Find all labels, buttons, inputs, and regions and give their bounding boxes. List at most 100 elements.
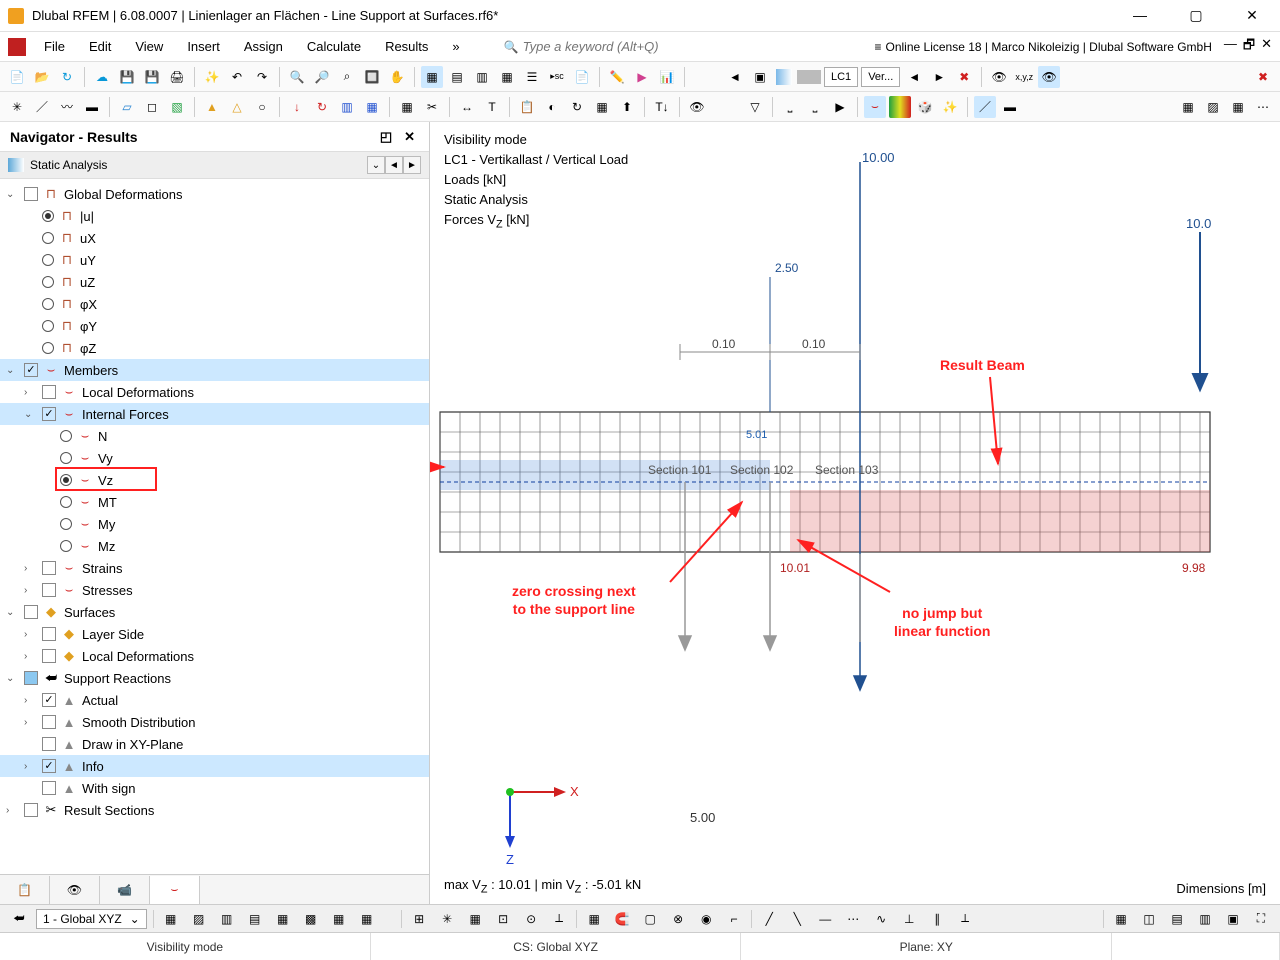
tree-surf-layer[interactable]: ›◆Layer Side (0, 623, 429, 645)
menu-edit[interactable]: Edit (79, 35, 121, 58)
tree-members-ld[interactable]: ›⌣Local Deformations (0, 381, 429, 403)
sb-ortho-icon[interactable]: ⌐ (723, 908, 745, 930)
sb-snap2-icon[interactable]: ✳ (436, 908, 458, 930)
solid-view-icon[interactable]: ▬ (999, 96, 1021, 118)
print-icon[interactable]: 🖨 (166, 66, 188, 88)
sb-osnap3-icon[interactable]: ▢ (639, 908, 661, 930)
load-force-icon[interactable]: ↓ (286, 96, 308, 118)
filter-icon[interactable]: ▽ (744, 96, 766, 118)
tree-if-vy[interactable]: ⌣Vy (0, 447, 429, 469)
surface-icon[interactable]: ▱ (116, 96, 138, 118)
solid-icon[interactable]: ▧ (166, 96, 188, 118)
sb-line5-icon[interactable]: ∿ (870, 908, 892, 930)
sb-snap4-icon[interactable]: ⊡ (492, 908, 514, 930)
results-graph-icon[interactable]: 📊 (656, 66, 678, 88)
lc-combo[interactable]: Ver... (861, 67, 900, 87)
section-icon[interactable]: ✂ (421, 96, 443, 118)
tree-members-stresses[interactable]: ›⌣Stresses (0, 579, 429, 601)
menu-view[interactable]: View (125, 35, 173, 58)
refresh-icon[interactable]: ↻ (56, 66, 78, 88)
script-icon[interactable]: ▸sc (546, 66, 568, 88)
polyline-icon[interactable]: 〰 (56, 96, 78, 118)
render3-icon[interactable]: ▦ (1227, 96, 1249, 118)
tree-sup-smooth[interactable]: ›▲Smooth Distribution (0, 711, 429, 733)
sb-snap3-icon[interactable]: ▦ (464, 908, 486, 930)
hinge-icon[interactable]: ○ (251, 96, 273, 118)
sb-view6-icon[interactable]: ⛶ (1250, 908, 1272, 930)
sb-line2-icon[interactable]: ╲ (786, 908, 808, 930)
analysis-next-icon[interactable]: ► (403, 156, 421, 174)
inner-restore[interactable]: 🗗 (1243, 36, 1255, 58)
nav-tab-results[interactable]: ⌣ (150, 876, 200, 904)
rotate-icon[interactable]: ↻ (566, 96, 588, 118)
sb-snap5-icon[interactable]: ⊙ (520, 908, 542, 930)
sb-view5-icon[interactable]: ▣ (1222, 908, 1244, 930)
sb-grid1-icon[interactable]: ▦ (160, 908, 182, 930)
render2-icon[interactable]: ▨ (1202, 96, 1224, 118)
delete-results-icon[interactable]: ✖ (953, 66, 975, 88)
tree-support[interactable]: ⌄⮨Support Reactions (0, 667, 429, 689)
sb-snap1-icon[interactable]: ⊞ (408, 908, 430, 930)
results-tree[interactable]: ⌄ ⊓ Global Deformations ⊓|u| ⊓uX ⊓uY ⊓uZ… (0, 179, 429, 874)
tree-members[interactable]: ⌄ ⌣ Members (0, 359, 429, 381)
zoom-window-icon[interactable]: ⌕ (336, 66, 358, 88)
clip-x-icon[interactable]: ⎵ (779, 96, 801, 118)
visibility-toggle-icon[interactable]: 👁 (1038, 66, 1060, 88)
tree-gd-ux[interactable]: ⊓uX (0, 227, 429, 249)
opening-icon[interactable]: ◻ (141, 96, 163, 118)
tree-members-strains[interactable]: ›⌣Strains (0, 557, 429, 579)
sb-line1-icon[interactable]: ╱ (758, 908, 780, 930)
tree-gd-phiy[interactable]: ⊓φY (0, 315, 429, 337)
lc-nav-prev-icon[interactable]: ◄ (903, 66, 925, 88)
clip-z-icon[interactable]: ▶ (829, 96, 851, 118)
tree-sup-xy[interactable]: ▲Draw in XY-Plane (0, 733, 429, 755)
line-icon[interactable]: ／ (31, 96, 53, 118)
lc-prev-icon[interactable]: ◄ (724, 66, 746, 88)
sb-line7-icon[interactable]: ∥ (926, 908, 948, 930)
tree-gd-uy[interactable]: ⊓uY (0, 249, 429, 271)
render-more-icon[interactable]: ⋯ (1252, 96, 1274, 118)
calc-icon[interactable]: ▶ (631, 66, 653, 88)
deform-icon[interactable]: ⌣ (864, 96, 886, 118)
sb-line4-icon[interactable]: ⋯ (842, 908, 864, 930)
text-icon[interactable]: T (481, 96, 503, 118)
undo-icon[interactable]: ↶ (226, 66, 248, 88)
tree-gd-u[interactable]: ⊓|u| (0, 205, 429, 227)
sb-line8-icon[interactable]: ⟂ (954, 908, 976, 930)
lc-panel-icon[interactable]: ▣ (749, 66, 771, 88)
wireframe-icon[interactable]: ／ (974, 96, 996, 118)
tree-if-mz[interactable]: ⌣Mz (0, 535, 429, 557)
sb-line6-icon[interactable]: ⊥ (898, 908, 920, 930)
redo-icon[interactable]: ↷ (251, 66, 273, 88)
tree-surfaces[interactable]: ⌄◆Surfaces (0, 601, 429, 623)
menu-file[interactable]: File (34, 35, 75, 58)
sb-snap6-icon[interactable]: ⟂ (548, 908, 570, 930)
menu-calculate[interactable]: Calculate (297, 35, 371, 58)
clip-y-icon[interactable]: ⎵ (804, 96, 826, 118)
sb-osnap1-icon[interactable]: ▦ (583, 908, 605, 930)
dimension-icon[interactable]: ↔ (456, 96, 478, 118)
lc-label[interactable]: LC1 (824, 67, 858, 87)
sb-osnap2-icon[interactable]: 🧲 (611, 908, 633, 930)
sb-view3-icon[interactable]: ▤ (1166, 908, 1188, 930)
menu-more[interactable]: » (442, 35, 469, 58)
extrude-icon[interactable]: ⬆ (616, 96, 638, 118)
tree-global-deformations[interactable]: ⌄ ⊓ Global Deformations (0, 183, 429, 205)
tree-if-my[interactable]: ⌣My (0, 513, 429, 535)
new-window-icon[interactable]: ✨ (201, 66, 223, 88)
tree-if-n[interactable]: ⌣N (0, 425, 429, 447)
sb-grid6-icon[interactable]: ▩ (300, 908, 322, 930)
navigator-icon[interactable]: ☰ (521, 66, 543, 88)
menu-insert[interactable]: Insert (177, 35, 230, 58)
iso-icon[interactable]: 🎲 (914, 96, 936, 118)
temp-hide-icon[interactable]: T↓ (651, 96, 673, 118)
load-surface-icon[interactable]: ▦ (361, 96, 383, 118)
analysis-prev-icon[interactable]: ◄ (385, 156, 403, 174)
sb-grid5-icon[interactable]: ▦ (272, 908, 294, 930)
app-menu-icon[interactable] (8, 38, 26, 56)
sb-view2-icon[interactable]: ◫ (1138, 908, 1160, 930)
move-icon[interactable]: ✋ (386, 66, 408, 88)
node-icon[interactable]: ✳ (6, 96, 28, 118)
menu-results[interactable]: Results (375, 35, 438, 58)
edit-icon[interactable]: ✏️ (606, 66, 628, 88)
